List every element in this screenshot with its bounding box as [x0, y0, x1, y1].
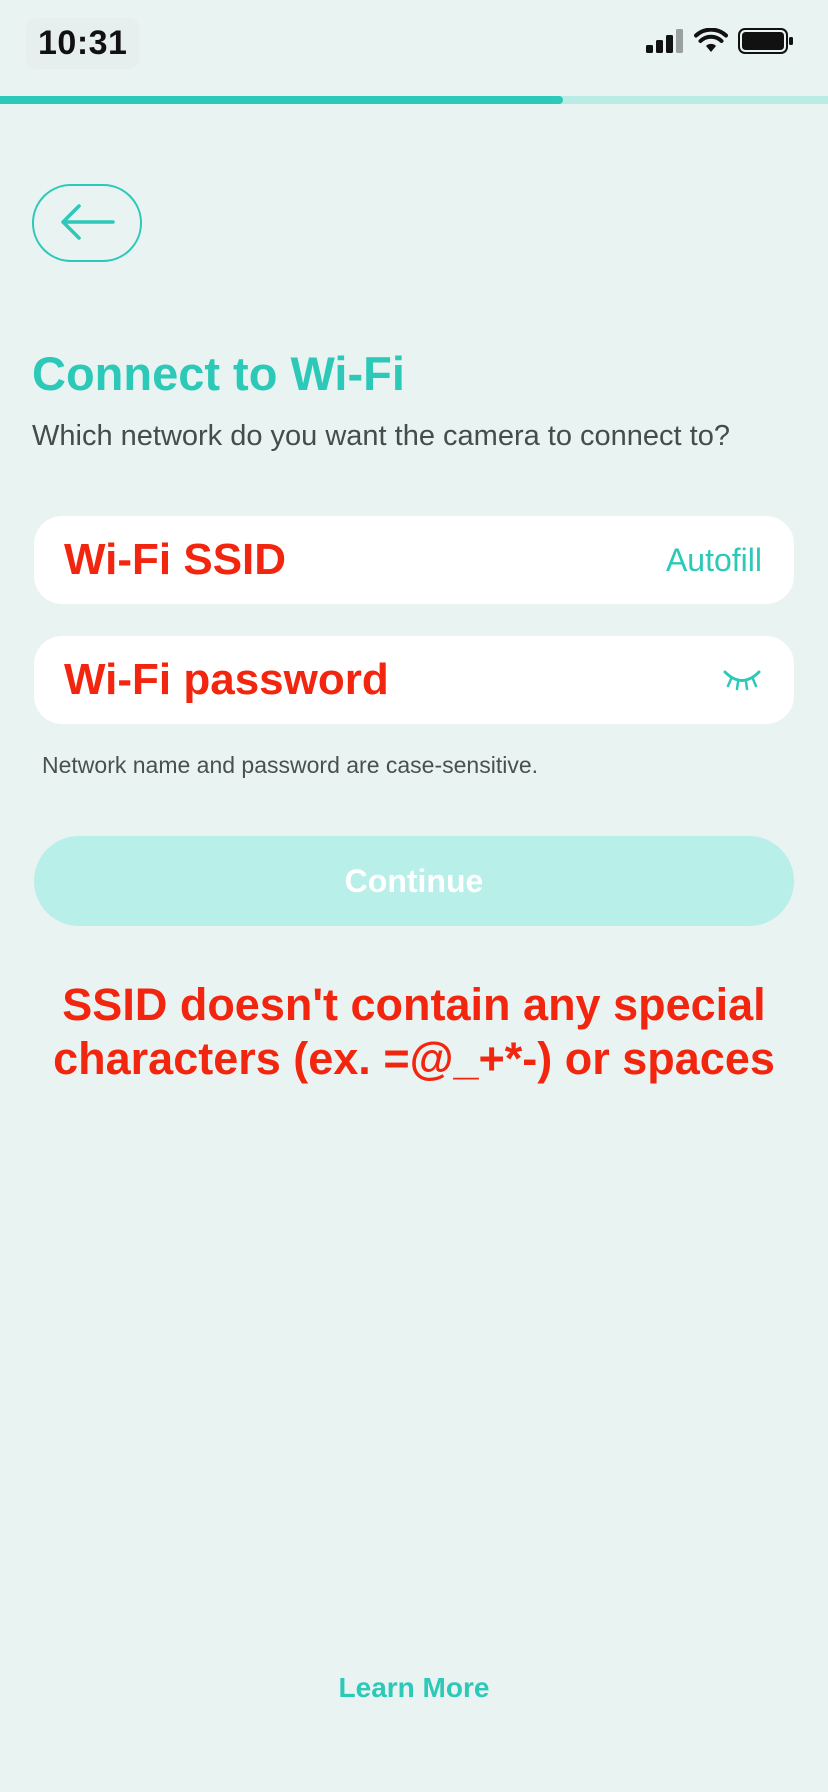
signal-icon — [646, 29, 684, 58]
setup-progress-bar — [0, 96, 828, 104]
status-icons — [646, 27, 794, 59]
ssid-field[interactable]: Wi-Fi SSID Autofill — [34, 516, 794, 604]
arrow-left-icon — [59, 203, 115, 243]
autofill-button[interactable]: Autofill — [666, 542, 762, 579]
ssid-warning: SSID doesn't contain any special charact… — [20, 978, 808, 1086]
status-bar: 10:31 — [0, 0, 828, 92]
battery-icon — [738, 28, 794, 59]
case-sensitive-hint: Network name and password are case-sensi… — [42, 752, 539, 778]
learn-more-link[interactable]: Learn More — [0, 1672, 828, 1704]
continue-button[interactable]: Continue — [34, 836, 794, 926]
page-subtitle: Which network do you want the camera to … — [32, 420, 730, 452]
ssid-input-value[interactable]: Wi-Fi SSID — [64, 535, 666, 585]
eye-closed-icon[interactable] — [722, 666, 762, 694]
page-title: Connect to Wi-Fi — [32, 347, 405, 400]
ssid-warning-line-1: SSID doesn't contain any special — [62, 979, 766, 1030]
setup-progress-fill — [0, 96, 564, 104]
password-input-value[interactable]: Wi-Fi password — [64, 655, 722, 705]
status-time: 10:31 — [26, 18, 140, 69]
wifi-icon — [694, 27, 728, 59]
ssid-warning-line-2: characters (ex. =@_+*-) or spaces — [53, 1033, 775, 1084]
password-field[interactable]: Wi-Fi password — [34, 636, 794, 724]
back-button[interactable] — [32, 184, 142, 262]
